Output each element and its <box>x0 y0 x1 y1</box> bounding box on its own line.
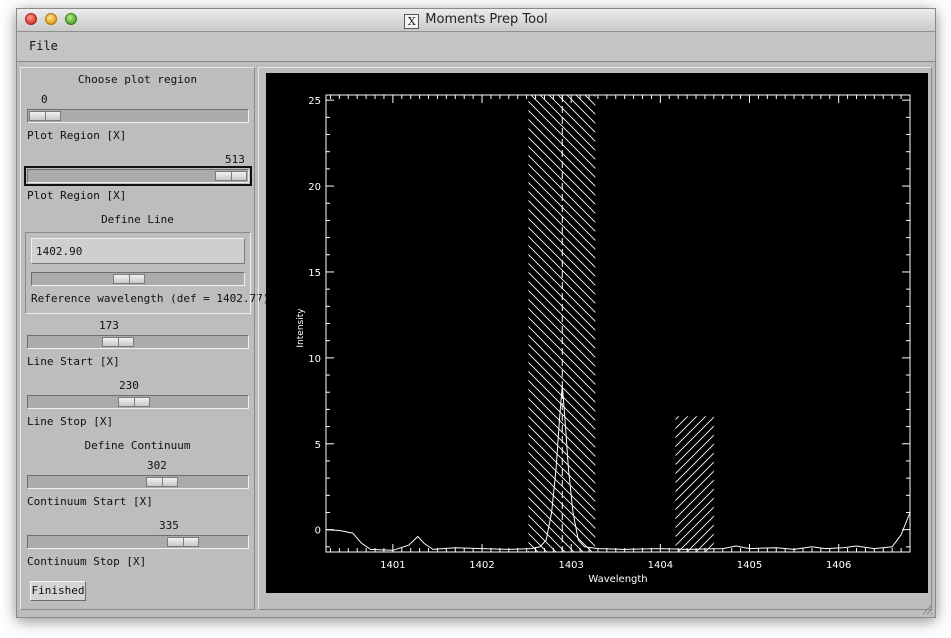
plot-region-end-label: Plot Region [X] <box>27 189 127 202</box>
x-tick-label: 1404 <box>648 560 673 571</box>
define-continuum-heading: Define Continuum <box>84 439 191 452</box>
plot-region-end-slider[interactable] <box>24 166 252 186</box>
reference-wavelength-text: 1402.90 <box>36 245 83 258</box>
x-tick-label: 1403 <box>558 560 583 571</box>
y-tick-label: 20 <box>308 182 321 193</box>
y-tick-label: 15 <box>308 268 321 279</box>
y-axis-label: Intensity <box>296 308 306 348</box>
resize-grip-icon[interactable] <box>921 603 933 615</box>
plot-region-start-slider[interactable] <box>27 109 249 123</box>
slider-thumb[interactable] <box>215 171 247 181</box>
continuum-stop-value: 335 <box>159 519 179 532</box>
plot-region-start-label: Plot Region [X] <box>27 129 127 142</box>
x-tick-label: 1405 <box>737 560 762 571</box>
window-title-group: X Moments Prep Tool <box>17 12 935 29</box>
finished-button[interactable]: Finished <box>30 581 86 601</box>
line-stop-slider[interactable] <box>27 395 249 409</box>
x-tick-label: 1406 <box>826 560 851 571</box>
reference-wavelength-slider[interactable] <box>31 272 245 286</box>
y-tick-label: 5 <box>315 440 321 451</box>
x-tick-label: 1401 <box>380 560 405 571</box>
slider-thumb[interactable] <box>29 111 61 121</box>
continuum-start-slider[interactable] <box>27 475 249 489</box>
continuum-stop-label: Continuum Stop [X] <box>27 555 147 568</box>
plot-region-end-value: 513 <box>225 153 245 166</box>
app-window: X Moments Prep Tool File Choose plot regi… <box>16 8 936 618</box>
plot-axes-box <box>325 94 911 553</box>
choose-plot-region-heading: Choose plot region <box>77 73 198 86</box>
x-axis-label: Wavelength <box>588 574 647 585</box>
define-line-heading: Define Line <box>101 213 174 226</box>
continuum-stop-slider[interactable] <box>27 535 249 549</box>
plot-frame: 1401 1402 1403 1404 1405 1406 0 5 10 15 20 25 Wavel… <box>258 67 932 610</box>
slider-thumb[interactable] <box>101 337 134 347</box>
control-panel: Choose plot region 0 Plot Region [X] 513… <box>20 67 269 610</box>
slider-thumb[interactable] <box>166 537 199 547</box>
y-tick-label: 10 <box>308 354 321 365</box>
continuum-start-value: 302 <box>147 459 167 472</box>
plot-canvas: 1401 1402 1403 1404 1405 1406 0 5 10 15 20 25 Wavel… <box>266 73 928 593</box>
line-start-slider[interactable] <box>27 335 249 349</box>
title-bar: X Moments Prep Tool <box>17 9 935 32</box>
y-tick-label: 0 <box>315 526 321 537</box>
line-stop-label: Line Stop [X] <box>27 415 114 428</box>
slider-thumb[interactable] <box>118 397 151 407</box>
plot-region-start-value: 0 <box>41 93 48 106</box>
reference-wavelength-field[interactable]: 1402.90 <box>31 238 245 264</box>
menu-bar: File <box>17 32 935 62</box>
spectrum-series-line <box>325 385 911 551</box>
menu-file[interactable]: File <box>29 39 58 53</box>
define-line-group: 1402.90 Reference wavelength (def = 1402… <box>25 232 269 314</box>
x11-icon: X <box>404 14 420 29</box>
x-tick-label: 1402 <box>469 560 494 571</box>
line-start-value: 173 <box>99 319 119 332</box>
y-tick-label: 25 <box>308 96 321 107</box>
slider-thumb[interactable] <box>146 477 179 487</box>
continuum-region-hatch <box>675 416 714 552</box>
line-start-label: Line Start [X] <box>27 355 120 368</box>
reference-wavelength-label: Reference wavelength (def = 1402.77) <box>31 292 270 305</box>
window-title: Moments Prep Tool <box>425 12 548 27</box>
slider-thumb[interactable] <box>113 274 146 284</box>
line-stop-value: 230 <box>119 379 139 392</box>
continuum-start-label: Continuum Start [X] <box>27 495 153 508</box>
spectrum-chart: 1401 1402 1403 1404 1405 1406 0 5 10 15 20 25 Wavel… <box>296 94 911 585</box>
